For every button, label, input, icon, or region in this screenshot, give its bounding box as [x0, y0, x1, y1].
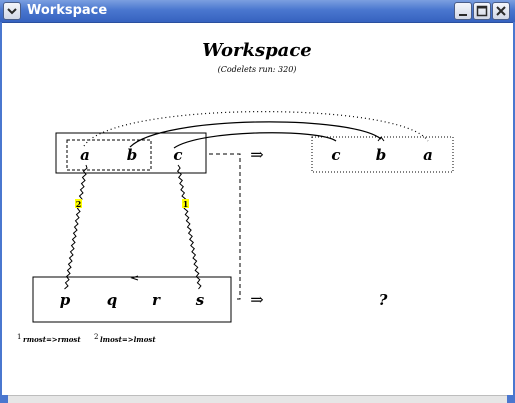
modified-letter-c: c	[331, 146, 340, 164]
correspondence-arc-b	[129, 121, 382, 148]
bridge-a-p	[64, 164, 88, 290]
workspace-heading: Workspace	[202, 40, 312, 61]
bridge-c-s	[176, 164, 202, 290]
target-letter-s: s	[196, 291, 205, 309]
footnote-1-text: rmost=>rmost	[23, 335, 81, 344]
modified-letter-a: a	[423, 146, 433, 164]
rule-arrow-bottom: ⇒	[250, 290, 263, 309]
minimize-button[interactable]	[454, 2, 472, 20]
window-menu-button[interactable]	[3, 2, 21, 20]
correspondence-arc-a	[83, 111, 429, 147]
workspace-window: Workspace Workspace (Codelets run: 320)	[0, 0, 515, 403]
bridge-label-1: 1	[183, 199, 189, 209]
rule-arrow-top: ⇒	[250, 145, 263, 164]
target-letter-p: p	[60, 291, 71, 309]
initial-letter-c: c	[173, 146, 182, 164]
chevron-down-icon	[7, 8, 17, 15]
target-letter-r: r	[152, 291, 161, 309]
initial-letter-b: b	[127, 146, 138, 164]
maximize-icon	[476, 5, 488, 17]
answer-placeholder: ?	[379, 291, 388, 309]
close-button[interactable]	[492, 2, 510, 20]
target-letter-q: q	[107, 291, 118, 309]
codelets-count: (Codelets run: 320)	[218, 65, 297, 74]
maximize-button[interactable]	[473, 2, 491, 20]
footnote-1-number: 1	[17, 333, 21, 341]
footnote-2-text: lmost=>lmost	[100, 335, 156, 344]
close-icon	[496, 6, 506, 16]
resize-corner-right[interactable]	[507, 395, 515, 403]
minimize-icon	[459, 14, 467, 16]
title-bar[interactable]: Workspace	[0, 0, 515, 23]
footnote-2-number: 2	[94, 333, 98, 341]
window-frame-bottom[interactable]	[0, 395, 515, 403]
window-title: Workspace	[27, 3, 108, 18]
workspace-canvas: Workspace (Codelets run: 320) 2 1 a b c …	[17, 40, 454, 344]
resize-corner-left[interactable]	[0, 395, 8, 403]
bridge-label-2: 2	[76, 199, 82, 209]
modified-letter-b: b	[376, 146, 387, 164]
initial-letter-a: a	[80, 146, 90, 164]
